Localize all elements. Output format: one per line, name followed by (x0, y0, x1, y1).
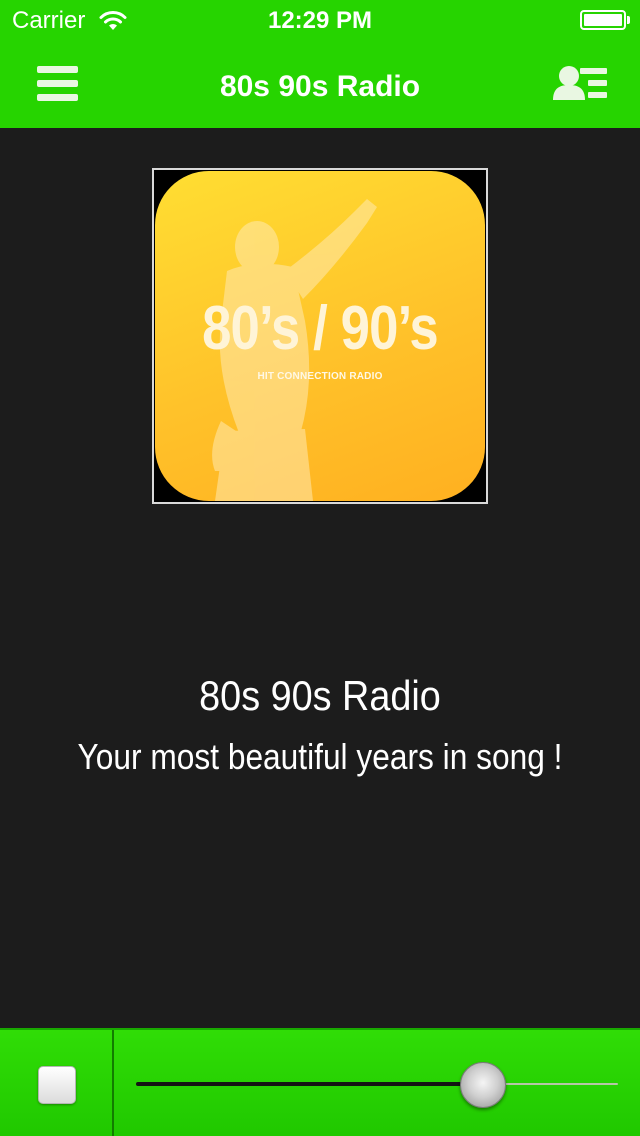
stop-button[interactable] (38, 1066, 76, 1104)
stop-area (0, 1030, 114, 1136)
status-bar: Carrier 12:29 PM (0, 0, 640, 40)
status-time: 12:29 PM (267, 7, 373, 34)
artwork-logo: 80’s / 90’s HIT CONNECTION RADIO (155, 171, 485, 501)
volume-thumb[interactable] (460, 1062, 506, 1108)
station-slogan: Your most beautiful years in song ! (77, 736, 563, 777)
volume-slider[interactable] (136, 1060, 618, 1108)
contact-list-icon[interactable] (550, 62, 612, 106)
nav-bar: 80s 90s Radio (0, 40, 640, 128)
artwork-headline: 80’s / 90’s (202, 294, 439, 363)
player-bar (0, 1028, 640, 1136)
battery-tip (627, 16, 630, 24)
artwork-subtitle: HIT CONNECTION RADIO (257, 371, 383, 382)
top-bar: Carrier 12:29 PM 80s 90s Radio (0, 0, 640, 128)
volume-track-filled (136, 1082, 483, 1086)
battery-icon (580, 10, 626, 30)
station-artwork: 80’s / 90’s HIT CONNECTION RADIO (152, 168, 488, 504)
station-name: 80s 90s Radio (199, 672, 441, 719)
nav-title: 80s 90s Radio (219, 70, 421, 103)
